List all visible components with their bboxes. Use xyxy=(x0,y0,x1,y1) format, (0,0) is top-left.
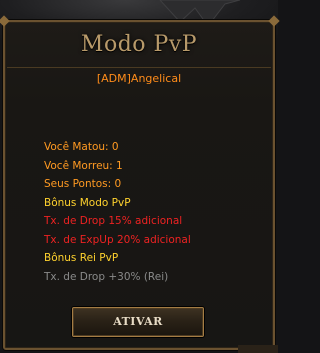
bottom-edge-decoration xyxy=(238,345,278,353)
window-title: Modo PvP xyxy=(80,32,198,57)
activate-button[interactable]: ATIVAR xyxy=(72,307,204,337)
kills-stat: Você Matou: 0 xyxy=(44,141,119,153)
player-name: [ADM]Angelical xyxy=(96,72,182,85)
drop-bonus-text: Tx. de Drop 15% adicional xyxy=(44,215,183,227)
pvp-mode-bonus-header: Bônus Modo PvP xyxy=(44,196,131,209)
pvp-stats-list: Você Matou: 0 Você Morreu: 1 Seus Pontos… xyxy=(44,138,191,286)
title-divider xyxy=(7,67,271,68)
deaths-stat: Você Morreu: 1 xyxy=(44,159,123,172)
points-stat: Seus Pontos: 0 xyxy=(44,178,122,190)
pvp-mode-window: Modo PvP [ADM]Angelical Você Matou: 0 Vo… xyxy=(0,15,280,350)
king-pvp-bonus-header: Bônus Rei PvP xyxy=(44,252,119,264)
exp-bonus-text: Tx. de ExpUp 20% adicional xyxy=(44,233,191,246)
king-drop-bonus-text: Tx. de Drop +30% (Rei) xyxy=(44,270,169,283)
